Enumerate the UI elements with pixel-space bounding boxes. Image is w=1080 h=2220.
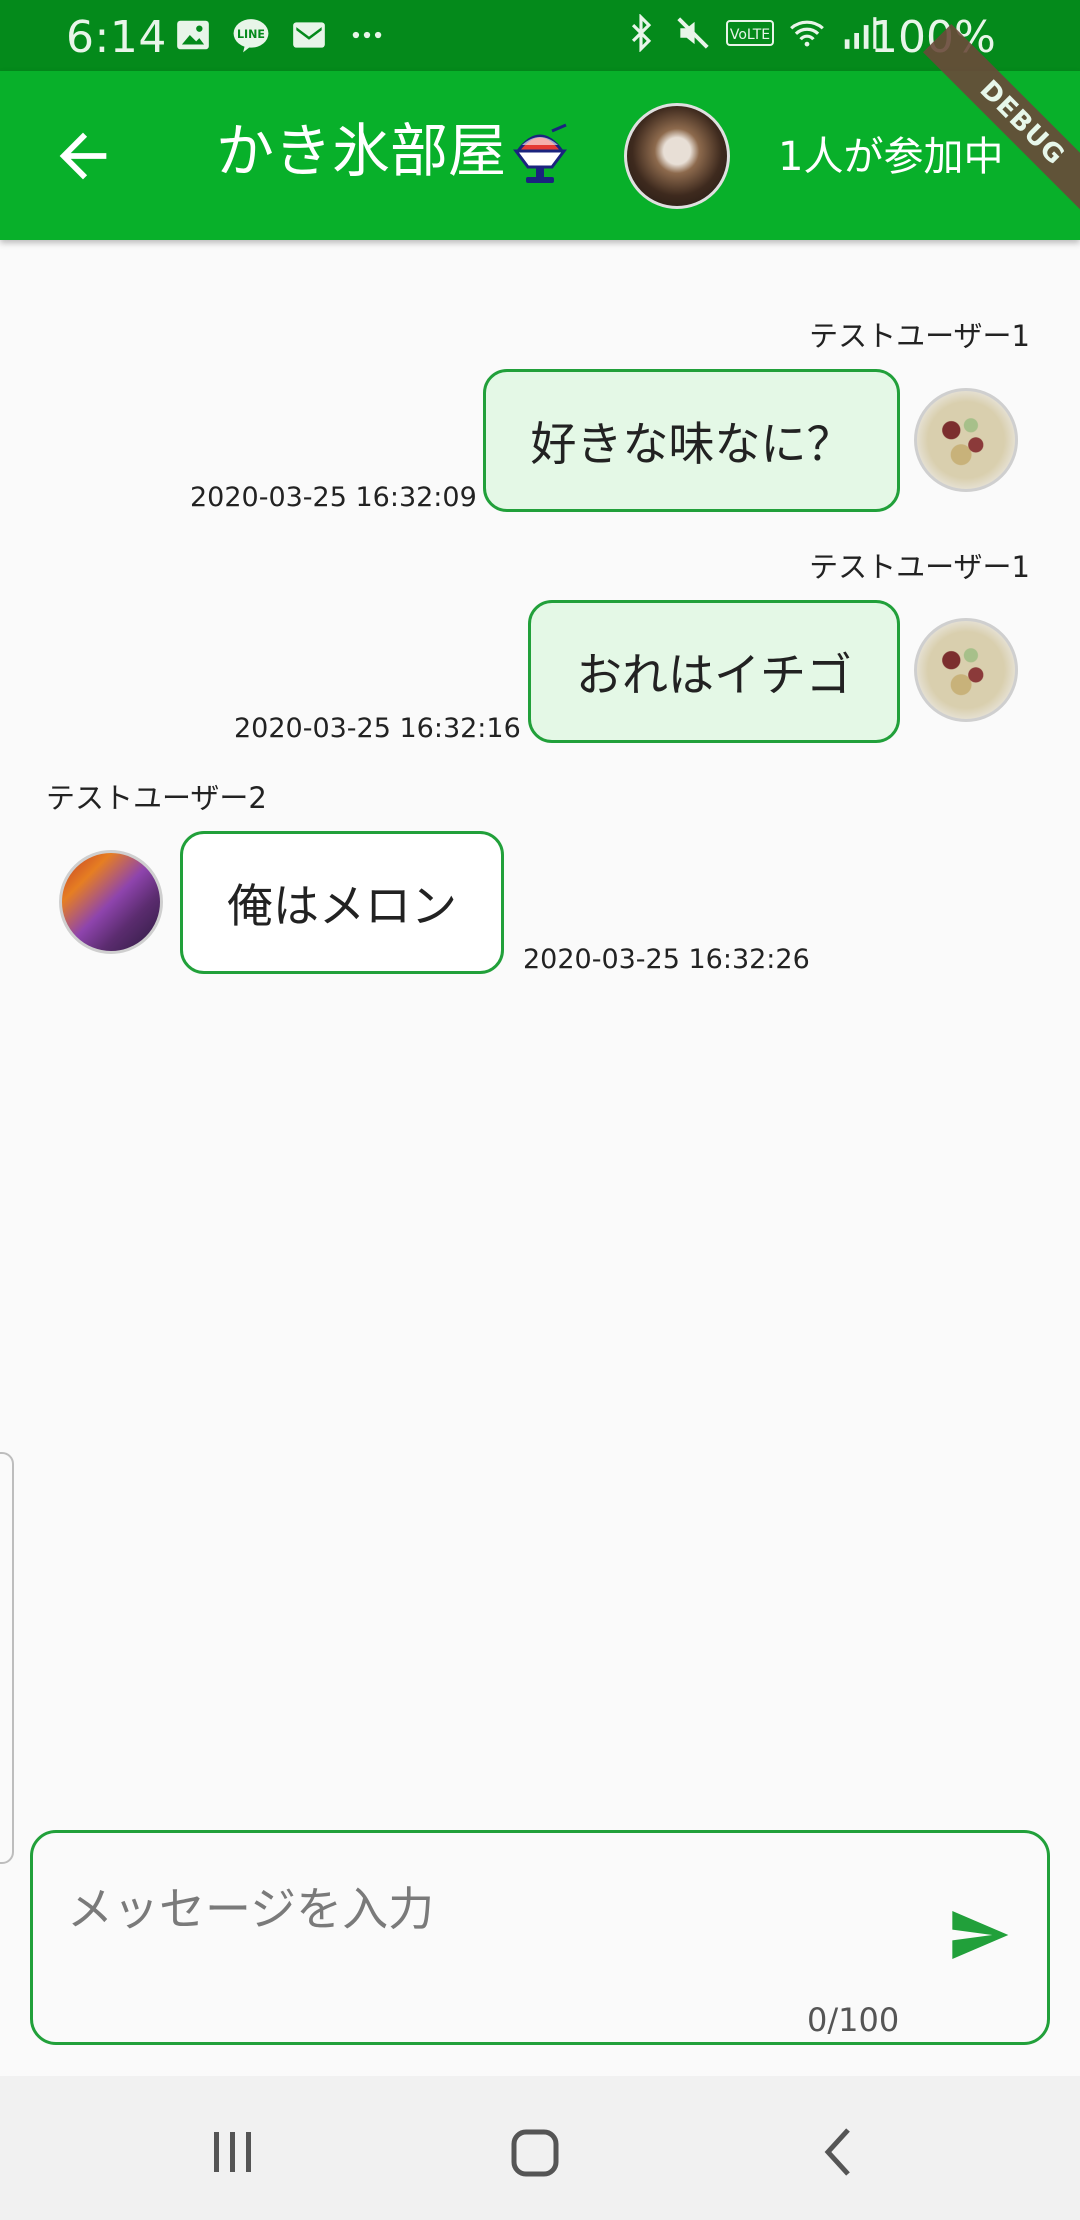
- system-icons: VoLTE: [622, 14, 878, 52]
- line-icon: LINE: [233, 19, 269, 53]
- avatar[interactable]: [914, 388, 1018, 492]
- character-counter: 0/100: [807, 2001, 900, 2039]
- nav-back-icon[interactable]: [818, 2126, 858, 2178]
- shaved-ice-icon: [513, 123, 567, 183]
- room-avatar[interactable]: [624, 103, 730, 209]
- system-nav-bar: [0, 2076, 1080, 2220]
- message-sender: テストユーザー2: [46, 781, 267, 815]
- avatar[interactable]: [914, 618, 1018, 722]
- message-input[interactable]: メッセージを入力 0/100: [30, 1830, 1050, 2045]
- back-arrow-icon[interactable]: [48, 121, 118, 191]
- notification-icons: LINE: [174, 16, 386, 54]
- participant-count: 1人が参加中: [778, 134, 1004, 180]
- gallery-icon: [177, 20, 209, 50]
- app-bar: かき氷部屋 1人が参加中 DEBUG: [0, 24, 1080, 240]
- bluetooth-icon: [631, 14, 652, 52]
- status-bar: 6:14 LINE VoLTE 100%: [0, 0, 1080, 71]
- gmail-icon: [293, 22, 325, 48]
- send-icon[interactable]: [943, 1903, 1015, 1967]
- svg-text:VoLTE: VoLTE: [730, 27, 770, 43]
- message-sender: テストユーザー1: [809, 550, 1030, 584]
- message-bubble[interactable]: 俺はメロン: [180, 831, 504, 974]
- message-timestamp: 2020-03-25 16:32:26: [523, 944, 810, 975]
- room-title: かき氷部屋: [216, 117, 507, 185]
- edge-panel-handle[interactable]: [0, 1452, 14, 1864]
- volte-icon: VoLTE: [726, 20, 774, 46]
- more-dots-icon: [352, 31, 382, 39]
- recents-icon[interactable]: [208, 2128, 258, 2176]
- status-time: 6:14: [66, 12, 167, 63]
- svg-text:LINE: LINE: [237, 28, 265, 41]
- message-input-placeholder: メッセージを入力: [67, 1882, 435, 1936]
- message-timestamp: 2020-03-25 16:32:16: [234, 713, 521, 744]
- home-icon[interactable]: [510, 2128, 560, 2178]
- message-timestamp: 2020-03-25 16:32:09: [190, 482, 477, 513]
- message-sender: テストユーザー1: [809, 319, 1030, 353]
- mute-icon: [677, 17, 709, 49]
- wifi-icon: [790, 20, 824, 47]
- message-bubble[interactable]: 好きな味なに？: [483, 369, 900, 512]
- avatar[interactable]: [59, 850, 163, 954]
- message-bubble[interactable]: おれはイチゴ: [528, 600, 900, 743]
